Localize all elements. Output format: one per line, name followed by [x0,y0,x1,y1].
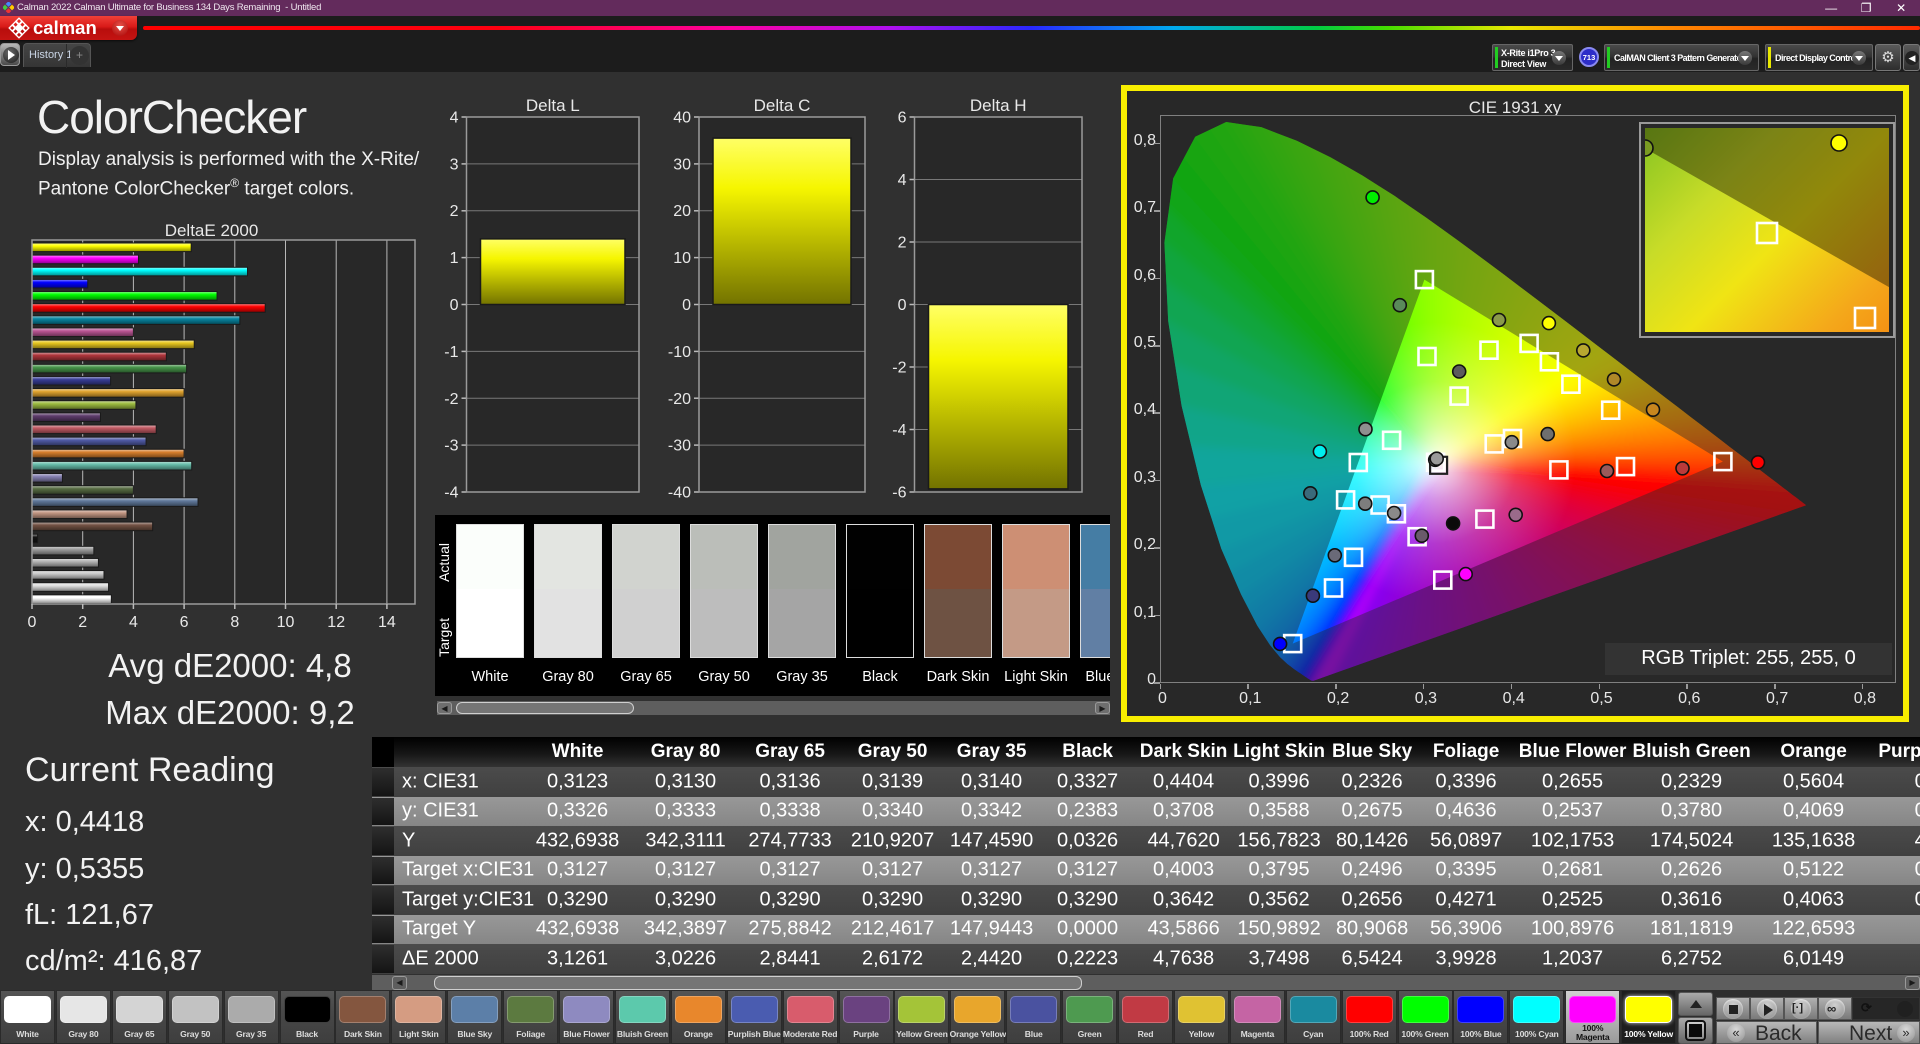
svg-text:-4: -4 [892,422,906,439]
svg-text:14: 14 [378,614,396,631]
svg-text:12: 12 [327,614,345,631]
svg-text:DeltaE 2000: DeltaE 2000 [165,222,259,240]
svg-text:-40: -40 [668,485,691,502]
svg-text:-1: -1 [444,344,458,361]
svg-text:2: 2 [78,614,87,631]
svg-text:-6: -6 [892,485,906,502]
svg-text:3: 3 [450,156,459,173]
svg-text:20: 20 [673,203,691,220]
svg-text:4: 4 [898,172,907,189]
svg-text:2: 2 [450,203,459,220]
svg-text:4: 4 [450,110,459,127]
svg-text:-30: -30 [668,438,691,455]
svg-text:-20: -20 [668,391,691,408]
svg-text:10: 10 [673,250,691,267]
svg-text:-2: -2 [444,391,458,408]
svg-text:10: 10 [277,614,295,631]
svg-text:6: 6 [180,614,189,631]
svg-text:0: 0 [450,297,459,314]
svg-text:4: 4 [129,614,138,631]
svg-text:-2: -2 [892,360,906,377]
svg-text:Delta C: Delta C [754,96,811,115]
svg-text:Delta H: Delta H [970,96,1027,115]
svg-text:40: 40 [673,110,691,127]
svg-text:2: 2 [898,235,907,252]
svg-text:30: 30 [673,156,691,173]
svg-text:0: 0 [28,614,37,631]
svg-text:1: 1 [450,250,459,267]
svg-text:0: 0 [682,297,691,314]
svg-text:-4: -4 [444,485,458,502]
svg-text:-3: -3 [444,438,458,455]
svg-text:-10: -10 [668,344,691,361]
svg-text:Delta L: Delta L [526,96,580,115]
svg-text:8: 8 [230,614,239,631]
svg-text:6: 6 [898,110,907,127]
svg-text:0: 0 [898,297,907,314]
